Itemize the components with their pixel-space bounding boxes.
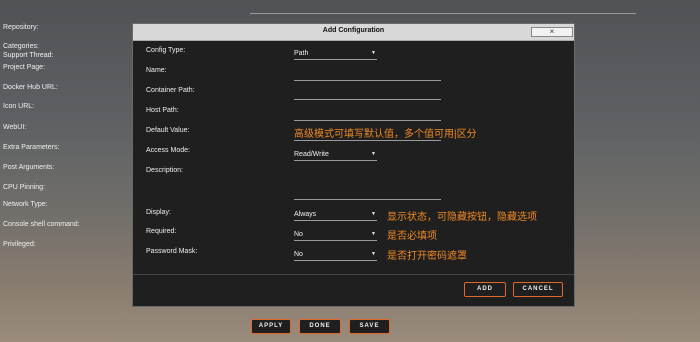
password-mask-note: 是否打开密码遮罩 [387,251,467,262]
container-path-input[interactable] [294,88,441,100]
label-icon-url: Icon URL: [3,103,35,110]
close-button[interactable]: × [531,27,573,37]
host-path-input[interactable] [294,109,441,121]
display-note: 显示状态，可隐藏按钮，隐藏选项 [387,212,537,223]
config-type-select[interactable]: Path ▼ [294,48,377,60]
dialog-footer-divider [133,274,574,275]
display-value: Always [294,211,317,218]
access-mode-value: Read/Write [294,151,329,158]
chevron-down-icon: ▼ [371,211,376,217]
chevron-down-icon: ▼ [371,251,376,257]
close-icon: × [549,27,555,36]
label-post-arguments: Post Arguments: [3,164,55,171]
label-webui: WebUI: [3,124,27,131]
password-mask-value: No [294,251,303,258]
required-label: Required: [146,228,177,235]
label-categories: Categories: [3,43,39,50]
default-value-note: 高级模式可填写默认值，多个值可用|区分 [294,129,477,140]
name-label: Name: [146,67,167,74]
add-configuration-dialog: Add Configuration × Config Type: Path ▼ … [132,23,575,307]
access-mode-select[interactable]: Read/Write ▼ [294,149,377,161]
label-network-type: Network Type: [3,201,48,208]
name-input[interactable] [294,69,441,81]
label-docker-hub-url: Docker Hub URL: [3,84,58,91]
label-project-page: Project Page: [3,64,46,71]
description-input[interactable] [294,188,441,200]
top-divider [250,13,636,14]
dialog-titlebar: Add Configuration × [133,24,574,41]
done-button[interactable]: DONE [299,319,341,334]
label-privileged: Privileged: [3,241,36,248]
password-mask-label: Password Mask: [146,248,198,255]
required-note: 是否必填项 [387,231,437,242]
default-value-label: Default Value: [146,127,190,134]
container-path-label: Container Path: [146,87,195,94]
config-type-label: Config Type: [146,47,186,54]
access-mode-label: Access Mode: [146,147,190,154]
display-label: Display: [146,209,171,216]
label-extra-parameters: Extra Parameters: [3,144,60,151]
label-support-thread: Support Thread: [3,52,54,59]
chevron-down-icon: ▼ [371,151,376,157]
chevron-down-icon: ▼ [371,231,376,237]
cancel-button[interactable]: CANCEL [513,282,563,297]
chevron-down-icon: ▼ [371,50,376,56]
display-select[interactable]: Always ▼ [294,209,377,221]
required-value: No [294,231,303,238]
password-mask-select[interactable]: No ▼ [294,249,377,261]
save-button[interactable]: SAVE [349,319,390,334]
label-cpu-pinning: CPU Pinning: [3,184,46,191]
add-button[interactable]: ADD [464,282,506,297]
label-repository: Repository: [3,24,39,31]
apply-button[interactable]: APPLY [251,319,291,334]
config-type-value: Path [294,50,309,57]
required-select[interactable]: No ▼ [294,229,377,241]
host-path-label: Host Path: [146,107,179,114]
label-console-shell-command: Console shell command: [3,221,80,228]
dialog-title: Add Configuration [322,27,385,34]
description-label: Description: [146,167,183,174]
